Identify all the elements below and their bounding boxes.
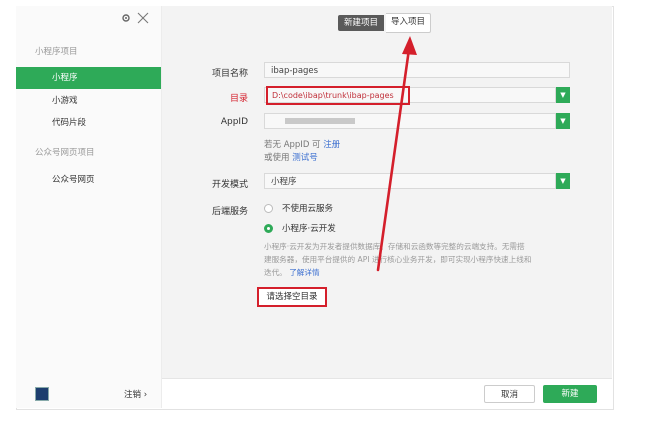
- sidebar-item-code-snippet[interactable]: 代码片段: [16, 112, 161, 134]
- radio-no-cloud-label: 不使用云服务: [282, 204, 334, 214]
- appid-hint-or: 或使用: [264, 153, 290, 163]
- appid-label: AppID: [220, 117, 248, 127]
- radio-cloud-dev[interactable]: [264, 224, 273, 233]
- sidebar-item-official-web[interactable]: 公众号网页: [16, 169, 161, 191]
- cloud-desc-line3-text: 迭代。: [264, 268, 287, 277]
- sidebar-item-miniprogram[interactable]: 小程序: [16, 67, 161, 89]
- appid-hint-prefix: 若无 AppID 可: [264, 140, 321, 150]
- learn-more-link[interactable]: 了解详情: [289, 268, 319, 277]
- cloud-desc-line1: 小程序·云开发为开发者提供数据库、存储和云函数等完整的云端支持。无需搭: [264, 242, 525, 251]
- directory-dropdown-button[interactable]: ▼: [556, 87, 570, 103]
- backend-label: 后端服务: [211, 207, 248, 217]
- section-title-official-account: 公众号网页项目: [35, 148, 95, 158]
- avatar: [35, 387, 49, 401]
- dev-mode-label: 开发模式: [211, 180, 248, 190]
- appid-input[interactable]: [264, 113, 556, 129]
- register-link[interactable]: 注册: [323, 140, 340, 150]
- project-name-input[interactable]: ibap-pages: [264, 62, 570, 78]
- tab-import-project[interactable]: 导入项目: [386, 13, 432, 33]
- dev-mode-dropdown-button[interactable]: ▼: [556, 173, 570, 189]
- cloud-desc-line3: 迭代。 了解详情: [264, 266, 574, 279]
- section-title-miniprogram: 小程序项目: [35, 47, 78, 57]
- close-icon[interactable]: [137, 12, 149, 24]
- tab-new-project[interactable]: 新建项目: [338, 15, 385, 31]
- appid-hint-line2: 或使用 测试号: [264, 151, 318, 163]
- appid-hint-line1: 若无 AppID 可 注册: [264, 138, 340, 150]
- empty-directory-notice: 请选择空目录: [257, 287, 327, 307]
- appid-redacted: [285, 118, 355, 124]
- dev-mode-select[interactable]: 小程序: [264, 173, 556, 189]
- directory-value-highlight: D:\code\ibap\trunk\ibap-pages: [266, 86, 410, 105]
- chevron-right-icon: ›: [143, 390, 148, 400]
- create-button[interactable]: 新建: [543, 385, 597, 403]
- radio-cloud-dev-label: 小程序·云开发: [282, 224, 336, 234]
- directory-label: 目录: [229, 94, 248, 104]
- test-account-link[interactable]: 测试号: [292, 153, 318, 163]
- sidebar-item-minigame[interactable]: 小游戏: [16, 90, 161, 112]
- cancel-button[interactable]: 取消: [484, 385, 535, 403]
- logout-label: 注销: [124, 390, 142, 400]
- cloud-desc-line2: 建服务器，使用平台提供的 API 进行核心业务开发，即可实现小程序快速上线和: [264, 255, 532, 264]
- cloud-description: 小程序·云开发为开发者提供数据库、存储和云函数等完整的云端支持。无需搭 建服务器…: [264, 240, 574, 279]
- project-name-label: 项目名称: [211, 69, 248, 79]
- logout-button[interactable]: 注销 ›: [124, 388, 147, 400]
- radio-no-cloud[interactable]: [264, 204, 273, 213]
- appid-dropdown-button[interactable]: ▼: [556, 113, 570, 129]
- gear-icon[interactable]: [121, 13, 131, 23]
